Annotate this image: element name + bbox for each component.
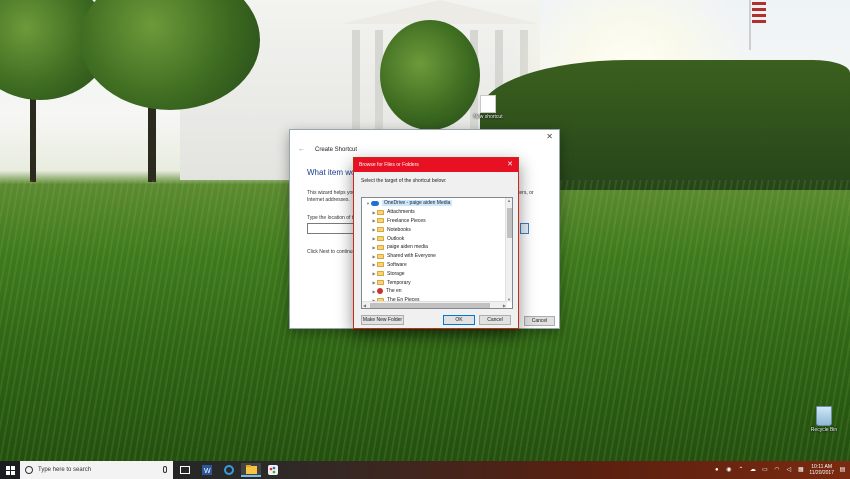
back-arrow-icon[interactable]: ← (298, 146, 305, 153)
microphone-icon[interactable] (163, 466, 167, 473)
clock-date: 11/20/2017 (809, 470, 834, 476)
tree-item[interactable]: ▶ Outlook (371, 234, 404, 243)
wizard-heading: What item would you like to create a sho… (307, 168, 357, 177)
onedrive-cloud-icon (371, 200, 379, 206)
shortcut-file-icon (480, 95, 496, 113)
people-icon[interactable]: ● (713, 467, 720, 473)
desktop-icon-label: Recycle Bin (810, 427, 838, 433)
tree-item-onedrive[interactable]: ▼ OneDrive - paige aiden Media (365, 199, 453, 208)
recycle-bin-icon (816, 406, 832, 426)
desktop-icon-label: New shortcut (473, 114, 503, 120)
scroll-right-icon[interactable]: ▶ (503, 303, 506, 308)
desktop-icon-recycle-bin[interactable]: Recycle Bin (801, 406, 847, 433)
keyboard-icon[interactable]: ▦ (797, 467, 804, 473)
folder-icon (377, 218, 384, 224)
tree-item-label: Shared with Everyone (387, 253, 436, 260)
tree-item-label: Notebooks (387, 226, 411, 233)
search-placeholder: Type here to search (38, 467, 92, 473)
tree-item-label: Outlook (387, 235, 405, 242)
wallpaper-flag (752, 2, 766, 24)
folder-icon (377, 253, 384, 259)
taskbar-clock[interactable]: 10:11 AM 11/20/2017 (809, 464, 834, 476)
wifi-icon[interactable]: ◠ (773, 467, 780, 473)
scroll-up-icon[interactable]: ▲ (507, 198, 511, 203)
file-explorer-icon[interactable] (241, 463, 261, 477)
make-new-folder-button[interactable]: Make New Folder (361, 315, 404, 325)
system-tray: ● ◉ ⌃ ☁ ▭ ◠ ◁ ▦ 10:11 AM 11/20/2017 ▤ (713, 461, 846, 479)
wizard-header: ← Create Shortcut (298, 146, 357, 153)
browse-dialog: Browse for Files or Folders ✕ Select the… (353, 157, 519, 329)
user-icon (377, 288, 383, 295)
tree-item[interactable]: ▶ Notebooks (371, 225, 411, 234)
tree-item[interactable]: ▶ Temporary (371, 278, 411, 287)
folder-icon (377, 262, 384, 268)
tree-item-label: OneDrive - paige aiden Media (382, 200, 453, 207)
task-view-icon[interactable] (175, 463, 195, 477)
browse-instruction: Select the target of the shortcut below: (361, 178, 447, 184)
scroll-thumb[interactable] (370, 303, 490, 308)
folder-icon (377, 280, 384, 286)
onedrive-icon[interactable]: ☁ (749, 467, 756, 473)
browse-titlebar: Browse for Files or Folders ✕ (354, 158, 518, 172)
tree-item[interactable]: ▶ The en (371, 287, 402, 296)
action-center-icon[interactable]: ▤ (839, 467, 846, 473)
tree-item-label: Software (387, 261, 407, 268)
wizard-description-end: ters, or (518, 190, 534, 196)
scroll-thumb[interactable] (507, 208, 512, 238)
scroll-left-icon[interactable]: ◀ (363, 303, 366, 308)
paint-icon[interactable] (263, 463, 283, 477)
cancel-button[interactable]: Cancel (479, 315, 511, 325)
browse-button[interactable] (520, 223, 529, 234)
folder-icon (377, 271, 384, 277)
svg-text:W: W (204, 468, 211, 475)
edge-icon[interactable] (219, 463, 239, 477)
location-label: Type the location of the item: (307, 215, 357, 221)
windows-logo-icon (5, 465, 15, 475)
taskbar: Type here to search W ● ◉ ⌃ ☁ ▭ ◠ ◁ ▦ 10… (0, 461, 850, 479)
vertical-scrollbar[interactable]: ▲ ▼ (505, 198, 512, 302)
tree-item[interactable]: ▶ Storage (371, 269, 405, 278)
tree-item[interactable]: ▶ Freelance Pieces (371, 217, 426, 226)
wizard-description-line2: Internet addresses. (307, 197, 350, 203)
tree-item-label: Freelance Pieces (387, 217, 426, 224)
volume-icon[interactable]: ◁ (785, 467, 792, 473)
tree-item-label: Temporary (387, 279, 411, 286)
ok-button[interactable]: OK (443, 315, 475, 325)
taskbar-search-box[interactable]: Type here to search (20, 461, 173, 479)
tree-item-label: Storage (387, 270, 405, 277)
chevron-up-icon[interactable]: ⌃ (737, 467, 744, 473)
browse-title: Browse for Files or Folders (359, 162, 419, 168)
next-hint: Click Next to continue. (307, 249, 357, 255)
tree-item[interactable]: ▶ Software (371, 261, 407, 270)
folder-icon (377, 244, 384, 250)
wizard-cancel-button[interactable]: Cancel (524, 316, 555, 326)
desktop-icon-new-shortcut[interactable]: New shortcut (465, 95, 511, 120)
word-icon[interactable]: W (197, 463, 217, 477)
scroll-down-icon[interactable]: ▼ (507, 297, 511, 302)
close-icon[interactable]: ✕ (546, 132, 553, 141)
tree-item-label: paige aiden media (387, 244, 428, 251)
horizontal-scrollbar[interactable]: ◀ ▶ (362, 301, 507, 308)
folder-icon (377, 236, 384, 242)
tree-item[interactable]: ▶ paige aiden media (371, 243, 428, 252)
start-button[interactable] (0, 461, 20, 479)
network-user-icon[interactable]: ◉ (725, 467, 732, 473)
wizard-title: Create Shortcut (315, 146, 358, 153)
tree-item-label: Attachments (387, 209, 415, 216)
wallpaper-tree-trunk (30, 90, 36, 182)
battery-icon[interactable]: ▭ (761, 467, 768, 473)
cortana-icon (25, 466, 33, 474)
location-input[interactable] (307, 223, 357, 234)
folder-tree[interactable]: ▼ OneDrive - paige aiden Media ▶ Attachme… (361, 197, 513, 309)
folder-icon (377, 227, 384, 233)
wallpaper-flagpole (749, 0, 751, 50)
close-icon[interactable]: ✕ (507, 160, 513, 168)
tree-item[interactable]: ▶ Attachments (371, 208, 415, 217)
tree-item[interactable]: ▶ Shared with Everyone (371, 252, 436, 261)
folder-icon (377, 209, 384, 215)
tree-item-label: The en (386, 288, 402, 295)
